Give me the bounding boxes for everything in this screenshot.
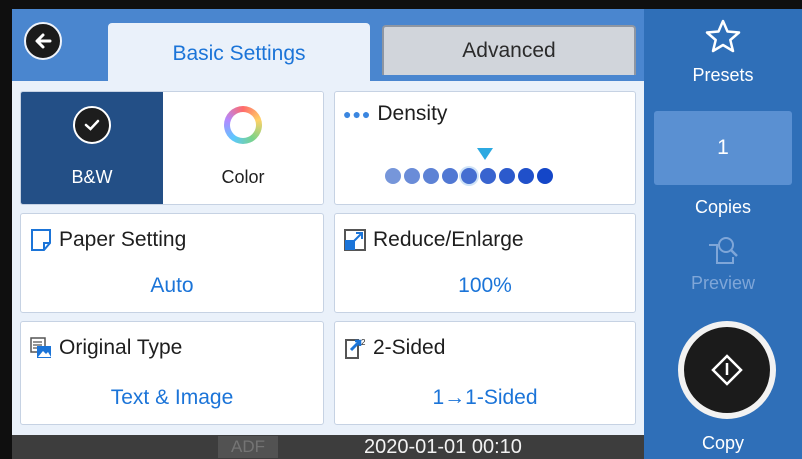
preview-icon — [709, 237, 738, 264]
tab-advanced[interactable]: Advanced — [382, 25, 636, 75]
settings-panel: B&W Color ●●● Density Paper Setting Auto — [12, 81, 644, 435]
reduce-enlarge-value: 100% — [458, 274, 512, 297]
paper-setting-label: Paper Setting — [59, 228, 187, 251]
density-scale — [385, 168, 553, 184]
original-type-value: Text & Image — [110, 386, 234, 409]
tab-bar: Basic Settings Advanced — [12, 9, 644, 85]
copies-label: Copies — [694, 197, 752, 217]
paper-setting-value: Auto — [150, 274, 194, 297]
density-level-dot — [518, 168, 534, 184]
copies-input[interactable]: 1 — [654, 111, 792, 185]
original-type-tile[interactable]: Original Type Text & Image — [20, 321, 324, 425]
color-wheel-icon — [224, 106, 262, 144]
density-level-dot — [423, 168, 439, 184]
original-type-label: Original Type — [59, 336, 183, 359]
reduce-enlarge-icon — [344, 229, 366, 251]
copy-screen: Basic Settings Advanced B&W Color ●●● De… — [12, 9, 802, 459]
density-marker-icon — [477, 148, 493, 160]
density-tile[interactable]: ●●● Density — [334, 91, 636, 205]
density-level-dot — [442, 168, 458, 184]
density-label: Density — [377, 102, 448, 125]
copy-label: Copy — [701, 433, 745, 453]
density-level-dot — [385, 168, 401, 184]
check-icon — [73, 106, 111, 144]
original-type-icon — [30, 337, 51, 358]
paper-setting-tile[interactable]: Paper Setting Auto — [20, 213, 324, 313]
two-sided-label: 2-Sided — [373, 336, 446, 359]
two-sided-tile[interactable]: 2 2-Sided 1→1-Sided — [334, 321, 636, 425]
bw-label: B&W — [71, 167, 113, 187]
star-icon — [705, 19, 741, 53]
density-level-dot — [499, 168, 515, 184]
presets-label: Presets — [692, 65, 754, 85]
preview-button[interactable]: Preview — [644, 231, 802, 307]
density-level-dot — [480, 168, 496, 184]
bw-option[interactable]: B&W — [21, 92, 163, 204]
back-button[interactable] — [24, 22, 62, 60]
reduce-enlarge-label: Reduce/Enlarge — [373, 228, 524, 251]
density-level-dot — [537, 168, 553, 184]
back-arrow-icon — [35, 33, 52, 49]
copy-start-button[interactable] — [678, 321, 776, 419]
paper-icon — [31, 229, 51, 251]
two-sided-value: 1→1-Sided — [432, 386, 538, 409]
action-sidebar: Presets 1 Copies Preview Copy — [644, 9, 802, 459]
date-time: 2020-01-01 00:10 — [364, 436, 522, 458]
svg-text:2: 2 — [361, 338, 366, 347]
reduce-enlarge-tile[interactable]: Reduce/Enlarge 100% — [334, 213, 636, 313]
density-dots-icon: ●●● — [343, 106, 372, 122]
status-bar: ADF 2020-01-01 00:10 — [12, 435, 644, 459]
two-sided-icon: 2 — [345, 338, 366, 359]
color-label: Color — [221, 167, 265, 187]
color-option[interactable]: Color — [163, 92, 323, 204]
preview-label: Preview — [690, 273, 756, 293]
color-mode-tile: B&W Color — [20, 91, 324, 205]
density-level-dot — [461, 168, 477, 184]
adf-indicator: ADF — [218, 436, 278, 458]
tab-basic-settings[interactable]: Basic Settings — [108, 23, 370, 85]
density-level-dot — [404, 168, 420, 184]
start-diamond-icon — [711, 354, 743, 386]
presets-button[interactable]: Presets — [644, 9, 802, 99]
